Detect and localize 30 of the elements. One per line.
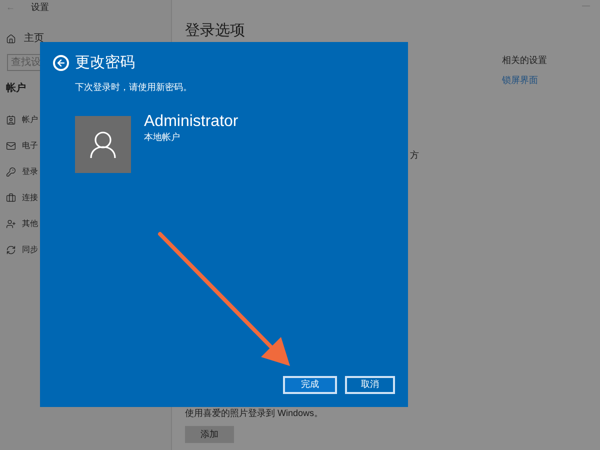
- add-button[interactable]: 添加: [185, 426, 234, 443]
- nav-item[interactable]: 电子: [22, 140, 38, 152]
- home-icon: [6, 34, 16, 44]
- dialog-subtitle: 下次登录时，请使用新密码。: [75, 80, 193, 94]
- person-add-icon: [6, 219, 16, 229]
- description-fragment: 方: [410, 149, 419, 162]
- section-heading: 帐户: [6, 81, 26, 96]
- person-icon: [90, 130, 116, 158]
- key-icon: [6, 167, 16, 177]
- picture-password-text: 使用喜爱的照片登录到 Windows。: [185, 406, 324, 420]
- window-title: 设置: [31, 1, 49, 14]
- lock-screen-link[interactable]: 锁屏界面: [502, 74, 547, 87]
- user-name: Administrator: [144, 113, 238, 131]
- account-type: 本地帐户: [144, 131, 181, 144]
- briefcase-icon: [6, 193, 16, 203]
- dialog-button[interactable]: 完成: [283, 376, 337, 394]
- nav-item[interactable]: 同步: [22, 244, 38, 256]
- nav-item[interactable]: 连接: [22, 192, 38, 204]
- mail-icon: [6, 141, 16, 151]
- nav-item[interactable]: 帐户: [22, 114, 38, 126]
- nav-item[interactable]: 登录: [22, 166, 38, 178]
- sync-icon: [6, 245, 16, 255]
- home-link[interactable]: 主页: [24, 31, 44, 46]
- contact-card-icon: [6, 115, 16, 125]
- nav-item[interactable]: 其他: [22, 218, 38, 230]
- dialog-title: 更改密码: [75, 53, 135, 73]
- related-settings-heading: 相关的设置: [502, 54, 547, 67]
- page-title: 登录选项: [185, 22, 245, 39]
- back-icon[interactable]: [53, 55, 69, 72]
- dialog-button[interactable]: 取消: [345, 376, 395, 394]
